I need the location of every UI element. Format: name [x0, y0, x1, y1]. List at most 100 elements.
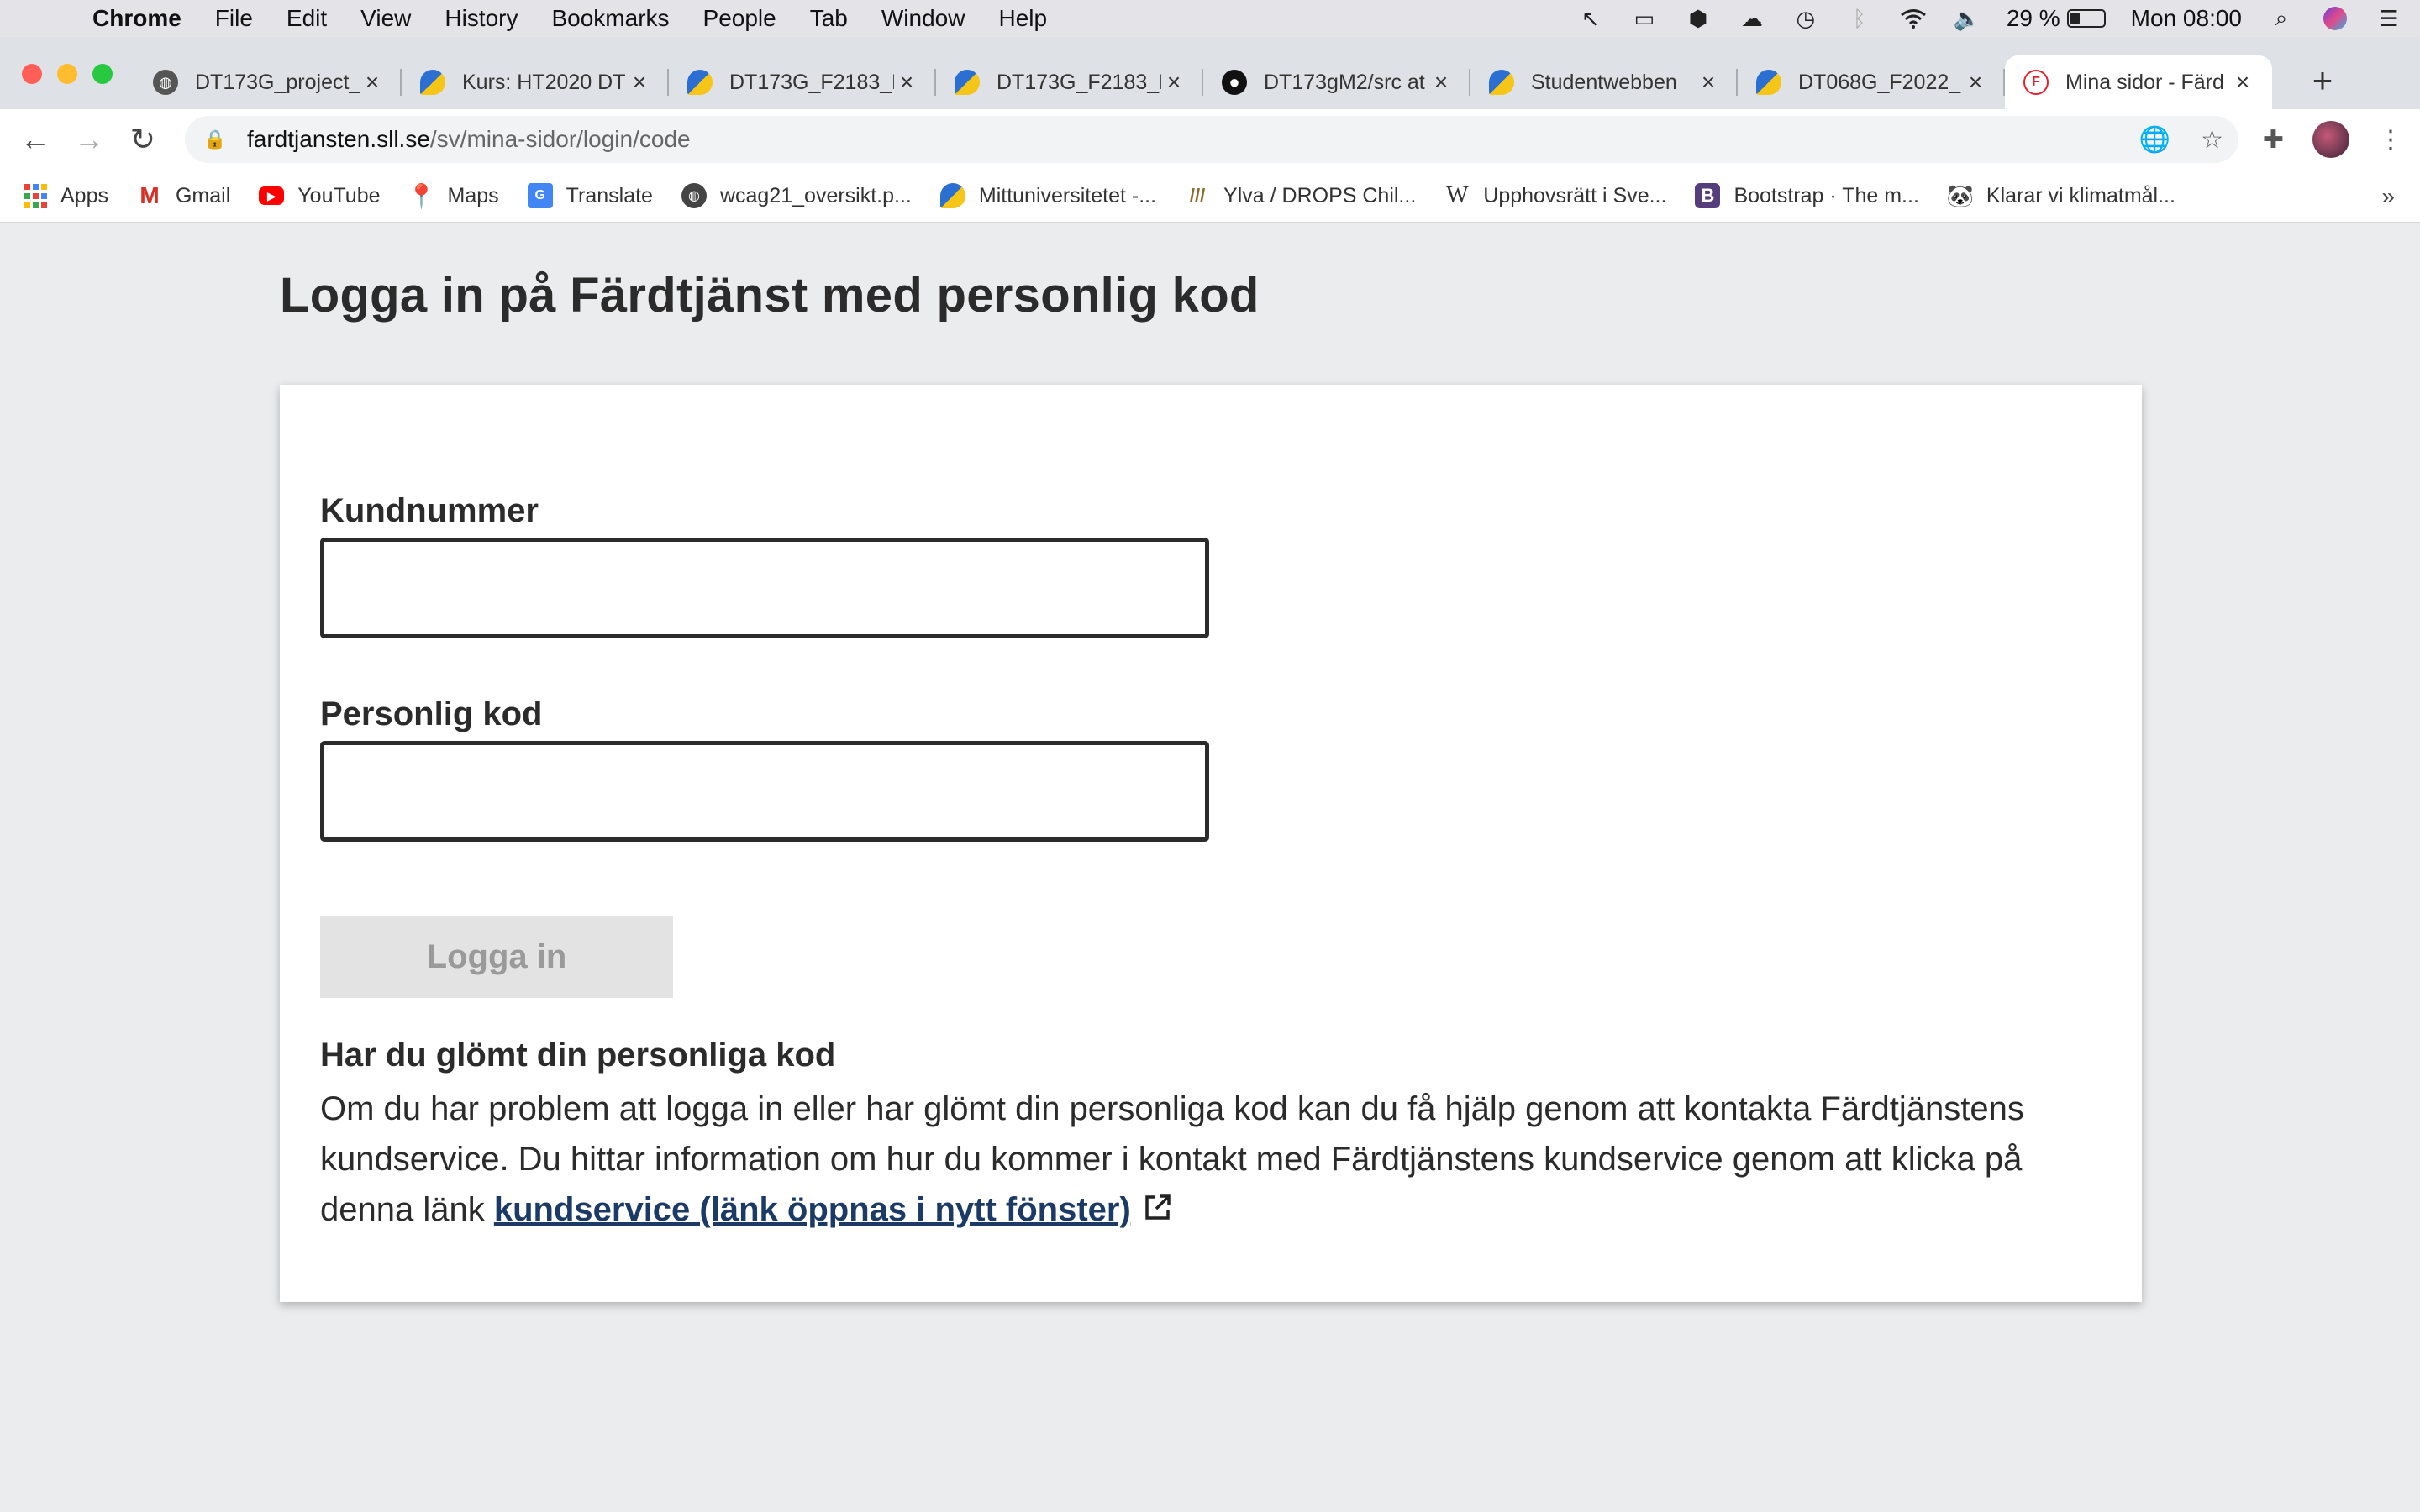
- hexagon-app-icon[interactable]: ⬢: [1684, 6, 1712, 31]
- tab-title: DT173G_project_: [195, 70, 360, 94]
- bookmarks-bar: Apps M Gmail ▶ YouTube 📍 Maps G Translat…: [0, 170, 2420, 223]
- lock-icon[interactable]: 🔒: [203, 129, 227, 150]
- tab-mina-sidor[interactable]: F Mina sidor - Färd ×: [2005, 55, 2272, 109]
- profile-avatar[interactable]: [2312, 121, 2349, 158]
- personal-code-input[interactable]: [320, 741, 1209, 842]
- menu-edit[interactable]: Edit: [287, 5, 327, 32]
- bookmark-bootstrap[interactable]: B Bootstrap · The m...: [1695, 183, 1919, 208]
- tab-kurs-ht2020[interactable]: Kurs: HT2020 DT ×: [402, 55, 669, 109]
- battery-percent: 29 %: [2006, 5, 2060, 31]
- close-tab-icon[interactable]: ×: [1428, 69, 1454, 96]
- bookmark-apps[interactable]: Apps: [24, 183, 108, 208]
- miun-icon: [687, 70, 713, 95]
- battery-indicator[interactable]: 29 %: [2007, 5, 2106, 32]
- login-button[interactable]: Logga in: [320, 916, 673, 998]
- menu-app-name[interactable]: Chrome: [92, 5, 182, 32]
- tab-studentwebben[interactable]: Studentwebben ×: [1470, 55, 1738, 109]
- menu-bookmarks[interactable]: Bookmarks: [551, 5, 669, 32]
- bookmark-label: YouTube: [297, 183, 381, 207]
- spotlight-search-icon[interactable]: ⌕: [2267, 5, 2296, 30]
- bookmark-label: Ylva / DROPS Chil...: [1223, 183, 1417, 207]
- globe-icon: ◍: [153, 70, 178, 95]
- menu-window[interactable]: Window: [881, 5, 965, 32]
- url-host: fardtjansten.sll.se: [247, 126, 430, 152]
- menu-clock[interactable]: Mon 08:00: [2131, 5, 2242, 32]
- toolbar-right: ✚ ⋮: [2263, 109, 2403, 170]
- bookmark-youtube[interactable]: ▶ YouTube: [259, 183, 381, 208]
- control-center-icon[interactable]: ☰: [2375, 6, 2403, 31]
- tab-dt173g-project[interactable]: ◍ DT173G_project_ ×: [134, 55, 402, 109]
- siri-icon[interactable]: [2321, 7, 2349, 30]
- tab-dt068g[interactable]: DT068G_F2022_ ×: [1738, 55, 2005, 109]
- address-bar[interactable]: 🔒 fardtjansten.sll.se/sv/mina-sidor/logi…: [185, 116, 2238, 163]
- gmail-icon: M: [139, 182, 160, 208]
- youtube-icon: ▶: [259, 186, 285, 205]
- bookmark-ylva[interactable]: /// Ylva / DROPS Chil...: [1185, 183, 1416, 208]
- customer-service-link[interactable]: kundservice (länk öppnas i nytt fönster): [494, 1191, 1131, 1228]
- new-tab-button[interactable]: +: [2299, 57, 2346, 104]
- tab-title: DT068G_F2022_: [1798, 70, 1961, 94]
- close-window-button[interactable]: [22, 64, 42, 84]
- bookmark-klimat[interactable]: 🐼 Klarar vi klimatmål...: [1946, 182, 2175, 208]
- ylva-icon: ///: [1189, 185, 1206, 206]
- apps-grid-icon: [24, 183, 47, 208]
- more-bookmarks-chevron-icon[interactable]: »: [2381, 183, 2395, 210]
- personal-code-label: Personlig kod: [320, 696, 543, 732]
- customer-number-input[interactable]: [320, 538, 1209, 638]
- tab-title: Studentwebben: [1531, 70, 1677, 94]
- bookmark-label: wcag21_oversikt.p...: [719, 183, 912, 207]
- forgot-code-heading: Har du glömt din personliga kod: [320, 1037, 836, 1074]
- menu-history[interactable]: History: [445, 5, 518, 32]
- time-machine-icon[interactable]: ◷: [1791, 6, 1820, 31]
- forward-button[interactable]: →: [62, 113, 116, 166]
- battery-fill: [2070, 13, 2080, 24]
- tab-github-src[interactable]: ● DT173gM2/src at ×: [1203, 55, 1470, 109]
- close-tab-icon[interactable]: ×: [360, 69, 385, 96]
- tab-title: Mina sidor - Färd: [2065, 70, 2224, 94]
- creative-cloud-icon[interactable]: ☁: [1738, 6, 1766, 31]
- github-icon: ●: [1222, 70, 1247, 95]
- fullscreen-window-button[interactable]: [92, 64, 113, 84]
- tab-dt173g-f2183-a[interactable]: DT173G_F2183_H ×: [669, 55, 936, 109]
- bluetooth-icon[interactable]: ᛒ: [1845, 6, 1874, 31]
- close-tab-icon[interactable]: ×: [1963, 69, 1988, 96]
- bookmark-upphovsratt[interactable]: W Upphovsrätt i Sve...: [1444, 182, 1667, 208]
- close-tab-icon[interactable]: ×: [1696, 69, 1721, 96]
- close-tab-icon[interactable]: ×: [2230, 69, 2255, 96]
- bookmark-maps[interactable]: 📍 Maps: [407, 183, 499, 209]
- minimize-window-button[interactable]: [57, 64, 77, 84]
- close-tab-icon[interactable]: ×: [1161, 69, 1186, 96]
- bookmark-gmail[interactable]: M Gmail: [137, 182, 230, 208]
- bookmark-star-icon[interactable]: ☆: [2201, 125, 2223, 155]
- menu-view[interactable]: View: [360, 5, 411, 32]
- reload-button[interactable]: ↻: [116, 113, 170, 166]
- volume-icon[interactable]: 🔈: [1953, 6, 1981, 31]
- close-tab-icon[interactable]: ×: [627, 69, 652, 96]
- menu-file[interactable]: File: [215, 5, 253, 32]
- tab-title: DT173G_F2183_H: [997, 70, 1161, 94]
- back-button[interactable]: ←: [8, 113, 62, 166]
- bookmark-label: Bootstrap · The m...: [1733, 183, 1919, 207]
- translate-page-icon[interactable]: 🌐: [2139, 125, 2170, 155]
- tab-dt173g-f2183-b[interactable]: DT173G_F2183_H ×: [936, 55, 1203, 109]
- macos-menu-bar: Chrome File Edit View History Bookmarks …: [0, 0, 2420, 37]
- menu-tab[interactable]: Tab: [810, 5, 848, 32]
- translate-icon: G: [527, 183, 553, 208]
- window-controls: [22, 64, 113, 84]
- screen-mirror-icon[interactable]: ▭: [1630, 6, 1659, 31]
- pointer-icon[interactable]: ↖: [1576, 6, 1605, 31]
- chrome-menu-icon[interactable]: ⋮: [2378, 125, 2403, 155]
- close-tab-icon[interactable]: ×: [894, 69, 919, 96]
- extensions-puzzle-icon[interactable]: ✚: [2263, 125, 2284, 155]
- wifi-icon[interactable]: [1899, 7, 1928, 30]
- bookmark-label: Klarar vi klimatmål...: [1986, 183, 2175, 207]
- bookmark-label: Upphovsrätt i Sve...: [1483, 183, 1667, 207]
- menu-people[interactable]: People: [703, 5, 776, 32]
- bookmark-mittuniversitetet[interactable]: Mittuniversitetet -...: [939, 183, 1156, 208]
- menu-help[interactable]: Help: [998, 5, 1047, 32]
- miun-icon: [1489, 70, 1514, 95]
- bootstrap-icon: B: [1695, 183, 1721, 208]
- bookmark-translate[interactable]: G Translate: [527, 183, 653, 208]
- bookmark-wcag21[interactable]: ◍ wcag21_oversikt.p...: [681, 183, 912, 208]
- wwf-panda-icon: 🐼: [1946, 182, 1975, 208]
